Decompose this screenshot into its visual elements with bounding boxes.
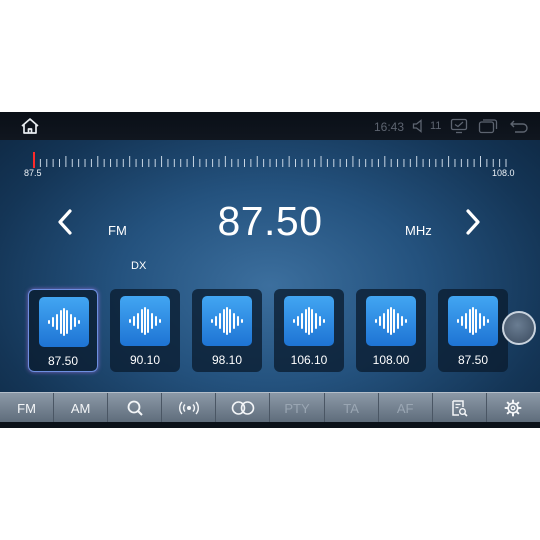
bottom-edge	[0, 422, 540, 428]
preset-button-1[interactable]: 87.50	[28, 289, 98, 372]
settings-icon	[504, 399, 522, 417]
af-button[interactable]: AF	[379, 393, 433, 423]
sound-wave-icon	[375, 307, 407, 335]
preset-icon	[448, 296, 498, 346]
preset-button-3[interactable]: 98.10	[192, 289, 262, 372]
am-band-button[interactable]: AM	[54, 393, 109, 423]
search-icon	[127, 400, 143, 416]
am-band-label: AM	[70, 400, 91, 416]
recent-apps-icon[interactable]	[478, 118, 498, 134]
sound-wave-icon	[211, 307, 243, 335]
pty-button[interactable]: PTY	[270, 393, 325, 423]
status-bar: 16:43 11	[0, 112, 540, 140]
seek-forward-icon[interactable]	[462, 207, 484, 237]
preset-icon	[284, 296, 334, 346]
ta-label: TA	[343, 400, 359, 416]
tuning-scale[interactable]	[0, 150, 540, 186]
fm-band-button[interactable]: FM	[0, 393, 55, 423]
preset-icon	[120, 296, 170, 346]
floating-assist-button[interactable]	[502, 311, 536, 345]
scale-max-label: 108.0	[492, 168, 515, 178]
preset-button-4[interactable]: 106.10	[274, 289, 344, 372]
back-icon[interactable]	[509, 118, 529, 134]
frequency-display: 87.50	[217, 198, 323, 244]
stereo-icon	[231, 401, 255, 415]
af-label: AF	[396, 400, 414, 416]
preset-frequency: 90.10	[129, 353, 161, 367]
sound-wave-icon	[48, 308, 80, 336]
preset-button-5[interactable]: 108.00	[356, 289, 426, 372]
clock-time: 16:43	[374, 120, 405, 134]
radio-screen: 16:43 11 87.5 108.0 FM 87.50 MHz DX 87.5…	[0, 112, 540, 428]
preset-frequency: 106.10	[290, 353, 328, 367]
broadcast-icon	[178, 401, 199, 415]
scan-list-icon	[452, 400, 468, 417]
preset-frequency: 98.10	[211, 353, 243, 367]
bottom-toolbar: FM AM PTY TA AF	[0, 392, 540, 423]
scan-list-button[interactable]	[433, 393, 487, 423]
dx-label: DX	[131, 260, 147, 272]
volume-icon[interactable]	[412, 119, 426, 133]
screen-icon[interactable]	[450, 118, 468, 134]
preset-frequency: 108.00	[372, 353, 410, 367]
pty-label: PTY	[284, 400, 310, 416]
settings-button[interactable]	[487, 393, 540, 423]
scale-min-label: 87.5	[24, 168, 42, 178]
preset-button-6[interactable]: 87.50	[438, 289, 508, 372]
preset-icon	[39, 297, 89, 347]
sound-wave-icon	[457, 307, 489, 335]
broadcast-button[interactable]	[162, 393, 217, 423]
home-icon[interactable]	[20, 117, 40, 135]
preset-icon	[366, 296, 416, 346]
fm-band-label: FM	[17, 400, 36, 416]
preset-button-2[interactable]: 90.10	[110, 289, 180, 372]
unit-label: MHz	[405, 223, 432, 238]
sound-wave-icon	[129, 307, 161, 335]
stereo-button[interactable]	[216, 393, 271, 423]
ta-button[interactable]: TA	[325, 393, 379, 423]
preset-frequency: 87.50	[457, 353, 489, 367]
search-button[interactable]	[108, 393, 163, 423]
volume-level: 11	[430, 120, 442, 132]
preset-icon	[202, 296, 252, 346]
preset-frequency: 87.50	[47, 354, 79, 368]
sound-wave-icon	[293, 307, 325, 335]
